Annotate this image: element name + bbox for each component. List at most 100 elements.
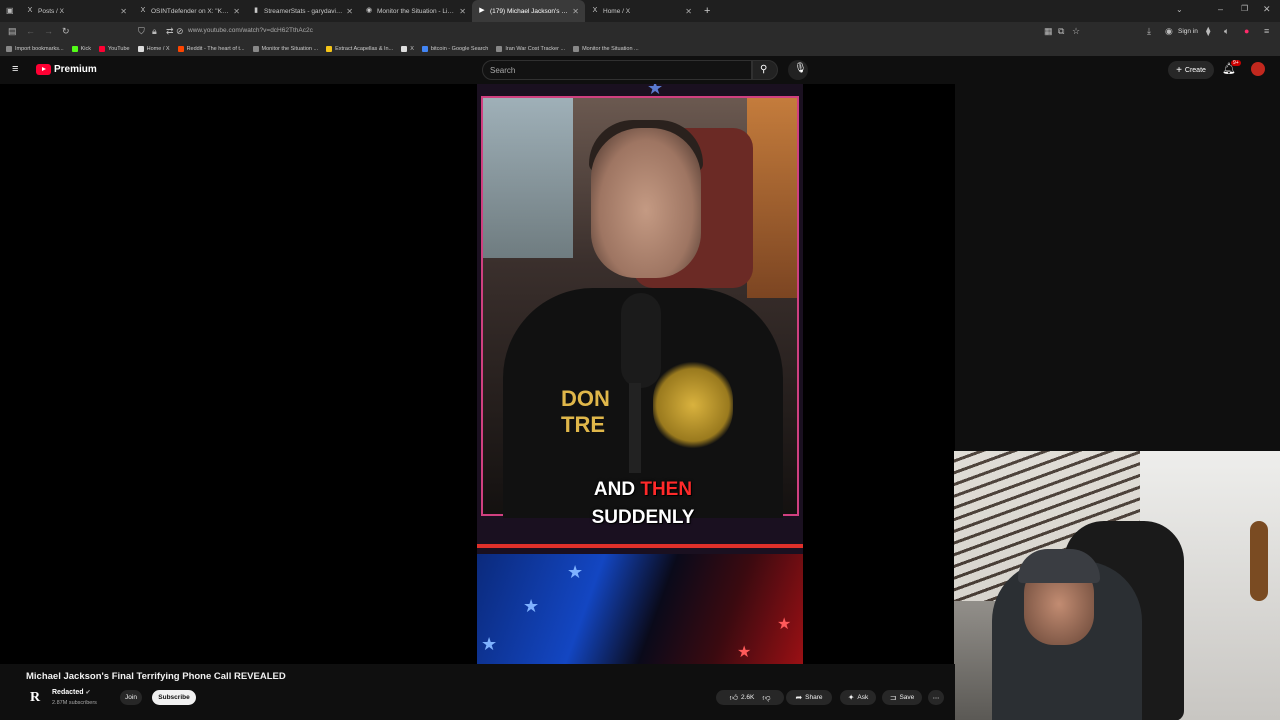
tab-close-icon[interactable]: ✕ bbox=[120, 7, 127, 16]
hamburger-menu-icon[interactable]: ≡ bbox=[12, 63, 18, 75]
star-decoration: ★ bbox=[567, 562, 584, 582]
extension-icon[interactable]: ● bbox=[1244, 26, 1249, 36]
bookmark-favicon-icon bbox=[137, 46, 144, 52]
caption-word: SUDDENLY bbox=[591, 507, 695, 528]
shield-icon[interactable]: ⛉ bbox=[138, 26, 145, 37]
bookmark-label: Home / X bbox=[146, 46, 170, 52]
close-window-icon[interactable]: ✕ bbox=[1263, 4, 1271, 15]
restore-icon[interactable]: ❐ bbox=[1241, 4, 1248, 13]
sparkle-icon: ✦ bbox=[847, 693, 855, 702]
browser-tab[interactable]: X OSINTdefender on X: "Kuwait's✕ bbox=[133, 0, 246, 22]
flag-banner-graphic: ★ ★ ★ ★ ★ bbox=[477, 554, 803, 664]
browser-tab[interactable]: ▮ StreamerStats - garydavid Stre✕ bbox=[246, 0, 359, 22]
new-tab-button[interactable]: + bbox=[704, 5, 710, 17]
youtube-logo[interactable]: Premium bbox=[36, 64, 97, 75]
forward-icon[interactable]: → bbox=[44, 26, 53, 36]
account-icon[interactable]: ◉ bbox=[1165, 26, 1173, 37]
bookmark-label: Monitor the Situation ... bbox=[582, 46, 639, 52]
bookmark-item[interactable]: Import bookmarks... bbox=[6, 46, 64, 52]
tab-favicon-icon: X bbox=[140, 7, 146, 14]
browser-tab[interactable]: ▶ (179) Michael Jackson's Final Te✕ bbox=[472, 0, 585, 22]
search-icon: ⚲ bbox=[760, 64, 768, 75]
avatar[interactable] bbox=[1251, 62, 1265, 76]
video-title: Michael Jackson's Final Terrifying Phone… bbox=[26, 671, 286, 682]
tab-title: Monitor the Situation - Live Gl bbox=[377, 7, 457, 15]
tracking-icon[interactable]: ⊘ bbox=[176, 26, 184, 37]
thumbs-down-icon[interactable]: 👎︎ bbox=[762, 693, 770, 703]
tab-close-icon[interactable]: ✕ bbox=[685, 7, 692, 16]
verified-icon: ✔ bbox=[85, 690, 91, 696]
create-button[interactable]: + Create bbox=[1168, 61, 1214, 79]
window-background bbox=[483, 98, 573, 258]
video-caption: AND THEN SUDDENLY bbox=[553, 476, 733, 532]
bookmark-favicon-icon bbox=[177, 46, 184, 52]
share-label: Share bbox=[805, 694, 823, 701]
youtube-header: ≡ Premium Search ⚲ 🎙︎ + Create 🔔︎ 9+ bbox=[0, 56, 1280, 84]
browser-navbar: ▤ ← → ↻ ⛉ 🔒︎ ⇄ ⊘ www.youtube.com/watch?v… bbox=[0, 22, 1280, 42]
screenshot-icon[interactable]: ⧉ bbox=[1058, 26, 1064, 37]
tab-menu-icon[interactable]: ▣ bbox=[6, 6, 14, 15]
bookmark-label: Import bookmarks... bbox=[15, 46, 64, 52]
app-menu-icon[interactable]: ≡ bbox=[1264, 26, 1269, 36]
back-icon[interactable]: ← bbox=[26, 26, 35, 36]
shirt-text-line: TRE bbox=[561, 412, 605, 437]
bookmark-item[interactable]: Reddit - The heart of t... bbox=[177, 46, 245, 52]
bookmark-item[interactable]: bitcoin - Google Search bbox=[421, 46, 488, 52]
tab-close-icon[interactable]: ✕ bbox=[572, 7, 579, 16]
reload-icon[interactable]: ↻ bbox=[62, 26, 70, 37]
save-button[interactable]: ⊐ Save bbox=[882, 690, 922, 705]
search-button[interactable]: ⚲ bbox=[752, 60, 778, 80]
bookmark-label: Kick bbox=[80, 46, 91, 52]
ask-button[interactable]: ✦ Ask bbox=[840, 690, 876, 705]
extensions-icon[interactable]: ⧫ bbox=[1206, 26, 1210, 37]
voice-search-button[interactable]: 🎙︎ bbox=[788, 60, 808, 80]
search-input[interactable]: Search bbox=[482, 60, 752, 80]
downloads-icon[interactable]: ⤓ bbox=[1147, 26, 1151, 37]
browser-tab[interactable]: X Home / X ✕ bbox=[585, 0, 698, 22]
like-dislike-bar[interactable]: 👍︎ 2.6K 👎︎ bbox=[716, 690, 784, 705]
shirt-text-line: DON bbox=[561, 386, 610, 411]
bookmark-item[interactable]: Iran War Cost Tracker ... bbox=[496, 46, 565, 52]
video-info-panel: Michael Jackson's Final Terrifying Phone… bbox=[0, 664, 955, 720]
tab-close-icon[interactable]: ✕ bbox=[233, 7, 240, 16]
browser-tab[interactable]: X Posts / X ✕ bbox=[20, 0, 133, 22]
join-button[interactable]: Join bbox=[120, 690, 142, 705]
bookmark-item[interactable]: Home / X bbox=[137, 46, 170, 52]
speaker-icon[interactable]: 🔈︎ bbox=[1224, 26, 1229, 37]
video-frame[interactable]: ★ DON TRE AND THEN SUDDENLY ★ ★ ★ ★ ★ bbox=[477, 84, 803, 664]
notification-count-badge: 9+ bbox=[1231, 60, 1241, 66]
bookmark-item[interactable]: Extract Acapellas & In... bbox=[326, 46, 393, 52]
more-actions-button[interactable]: ⋯ bbox=[928, 690, 944, 705]
speaker-head bbox=[591, 128, 701, 278]
bookmark-star-icon[interactable]: ☆ bbox=[1072, 26, 1080, 37]
browser-tab[interactable]: ◉ Monitor the Situation - Live Gl ✕ bbox=[359, 0, 472, 22]
share-button[interactable]: ➦ Share bbox=[786, 690, 832, 705]
channel-avatar[interactable]: R bbox=[26, 689, 44, 707]
minimize-icon[interactable]: – bbox=[1218, 4, 1223, 14]
bookmark-item[interactable]: YouTube bbox=[99, 46, 130, 52]
bookmark-item[interactable]: Monitor the Situation ... bbox=[573, 46, 639, 52]
share-icon: ➦ bbox=[795, 693, 803, 702]
lock-icon[interactable]: 🔒︎ bbox=[152, 26, 157, 37]
star-decoration: ★ bbox=[523, 596, 540, 616]
thumbs-up-icon[interactable]: 👍︎ bbox=[730, 693, 738, 703]
reader-mode-icon[interactable]: ▦ bbox=[1044, 26, 1053, 37]
tab-favicon-icon: ▶ bbox=[479, 7, 485, 14]
bookmark-icon: ⊐ bbox=[889, 693, 897, 702]
bookmark-favicon-icon bbox=[6, 46, 12, 52]
logo-premium-label: Premium bbox=[54, 64, 97, 75]
tab-close-icon[interactable]: ✕ bbox=[346, 7, 353, 16]
tab-close-icon[interactable]: ✕ bbox=[459, 7, 466, 16]
sign-in-button[interactable]: Sign in bbox=[1178, 28, 1198, 35]
bookmark-item[interactable]: Monitor the Situation ... bbox=[252, 46, 319, 52]
bookmark-item[interactable]: X bbox=[401, 46, 414, 52]
bookmark-label: Monitor the Situation ... bbox=[261, 46, 319, 52]
tab-list-chevron-icon[interactable]: ⌄ bbox=[1176, 5, 1183, 14]
bookmark-item[interactable]: Kick bbox=[71, 46, 91, 52]
url-field[interactable]: www.youtube.com/watch?v=dcH62TthAc2c bbox=[188, 27, 313, 34]
permissions-icon[interactable]: ⇄ bbox=[166, 26, 174, 37]
subscriber-count: 2.87M subscribers bbox=[52, 700, 97, 706]
channel-name[interactable]: Redacted ✔ bbox=[52, 689, 91, 696]
sidebar-toggle-icon[interactable]: ▤ bbox=[8, 26, 17, 37]
subscribe-button[interactable]: Subscribe bbox=[152, 690, 196, 705]
